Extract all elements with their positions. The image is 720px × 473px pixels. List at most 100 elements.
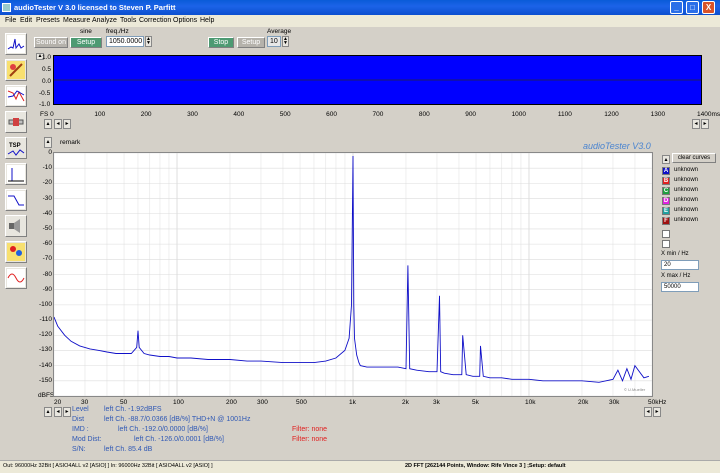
fft-spectrum-chart[interactable] [53, 152, 653, 397]
level-value: left Ch. -1.92dBFS [104, 406, 162, 413]
fft-x-tick: 300 [256, 399, 268, 406]
minimize-button[interactable]: _ [670, 1, 683, 14]
curve-checkbox-e[interactable]: E [662, 207, 670, 215]
scope-x-tick: 800 [418, 111, 430, 118]
frequency-label: freq./Hz [106, 28, 129, 35]
title-bar: audioTester V 3.0 licensed to Steven P. … [0, 0, 720, 15]
menu-help[interactable]: Help [200, 17, 214, 24]
sound-on-button[interactable]: Sound on [34, 37, 68, 48]
frequency-stepper[interactable]: ▲ ▼ [145, 36, 152, 47]
close-button[interactable]: X [702, 1, 715, 14]
fft-view-tool[interactable] [5, 33, 27, 55]
menu-measure[interactable]: Measure [63, 17, 90, 24]
scope-x-tick: 500 [279, 111, 291, 118]
fft-y-tick: -70 [42, 255, 52, 263]
oscilloscope-display[interactable] [53, 55, 702, 105]
clear-curves-button[interactable]: clear curves [672, 153, 716, 163]
color-tool[interactable] [5, 241, 27, 263]
frequency-input[interactable]: 1050.0000 [106, 36, 144, 47]
curve-checkbox-a[interactable]: A [662, 167, 670, 175]
scope-scroll-right[interactable]: ▸ [701, 119, 709, 129]
xmin-input[interactable]: 20 [661, 260, 699, 270]
average-label: Average [267, 28, 292, 35]
author-credit: © U.Mueller [624, 387, 646, 392]
average-input[interactable]: 10 [267, 36, 281, 47]
tsp-tool[interactable]: TSP [5, 137, 27, 159]
sn-label: S/N: [72, 446, 86, 453]
menu-correction[interactable]: Correction [139, 17, 171, 24]
fft-y-tick: -20 [42, 179, 52, 187]
pencil-icon [7, 61, 25, 79]
fft-x-tick: 200 [225, 399, 237, 406]
scope-y-tick: -1.0 [39, 101, 51, 108]
menu-analyze[interactable]: Analyze [92, 17, 117, 24]
speaker-tool[interactable] [5, 215, 27, 237]
fft-left-arrow[interactable]: ◂ [54, 407, 62, 417]
scope-y-tick: 1.0 [42, 54, 52, 61]
average-stepper[interactable]: ▲ ▼ [282, 36, 289, 47]
fft-x-tick: 20k [577, 399, 589, 406]
level-label: Level [72, 406, 89, 413]
remark-toggle[interactable]: ▴ [44, 137, 52, 148]
device-status: Out: 96000Hz 32Bit [ ASIO4ALL v2 [ASIO] … [3, 463, 213, 469]
fft-zoom-out[interactable]: ▴ [44, 407, 52, 417]
scope-right-arrow[interactable]: ▸ [63, 119, 71, 129]
curve-checkbox-b[interactable]: B [662, 177, 670, 185]
fft-x-tick: 500 [296, 399, 307, 406]
scope-zoom-in[interactable]: ▴ [44, 119, 52, 129]
filter-status-1: Filter: none [292, 426, 328, 433]
fft-x-tick: 30k [608, 399, 620, 406]
signal-setup-button[interactable]: Setup [70, 37, 102, 48]
xmin-label: X min / Hz [661, 251, 689, 257]
fft-y-axis: 0 -10 -20 -30 -40 -50 -60 -70 -80 -90 -100 -110 -120… [34, 148, 54, 408]
cable-tool[interactable] [5, 111, 27, 133]
scope-trace [54, 79, 701, 81]
curve-label: unknown [674, 197, 699, 203]
svg-text:TSP: TSP [9, 143, 21, 149]
menu-presets[interactable]: Presets [36, 17, 60, 24]
fft-y-tick: -130 [38, 346, 52, 354]
maximize-button[interactable]: □ [686, 1, 699, 14]
curve-checkbox-f[interactable]: F [662, 217, 670, 225]
fft-y-tick: -140 [38, 361, 52, 369]
window-title: audioTester V 3.0 licensed to Steven P. … [14, 3, 176, 12]
spectrum-icon [7, 35, 25, 53]
fft-y-tick: -10 [42, 164, 52, 172]
scope-x-tick: 1400ms [697, 111, 720, 118]
scope-scroll-left[interactable]: ◂ [692, 119, 700, 129]
impulse-tool[interactable] [5, 163, 27, 185]
dist-label: Dist [72, 416, 85, 423]
dist-value: left Ch. -88.7/0.0366 [dB/%] THD+N @ 100… [104, 416, 251, 423]
sine-wave-icon [7, 269, 25, 287]
filter-tool[interactable] [5, 189, 27, 211]
curve-label: unknown [674, 177, 699, 183]
scope-left-arrow[interactable]: ◂ [54, 119, 62, 129]
xmax-label: X max / Hz [661, 273, 691, 279]
fft-y-tick: -120 [38, 331, 52, 339]
legend-toggle[interactable]: ▴ [662, 155, 670, 164]
curve-checkbox-c[interactable]: C [662, 187, 670, 195]
scope-y-tick: 0.5 [42, 66, 52, 73]
waveform-tool[interactable] [5, 267, 27, 289]
palette-icon [7, 243, 25, 261]
curve-checkbox-d[interactable]: D [662, 197, 670, 205]
scope-x-tick: 1300 [650, 111, 666, 118]
xmax-input[interactable]: 50000 [661, 282, 699, 292]
fft-y-tick: -50 [42, 224, 52, 232]
stop-button[interactable]: Stop [208, 37, 234, 48]
menu-tools[interactable]: Tools [120, 17, 136, 24]
curve-checkbox-empty[interactable] [662, 240, 670, 248]
fft-x-tick: 2k [401, 399, 409, 406]
menu-options[interactable]: Options [173, 17, 197, 24]
menu-bar: File Edit Presets Measure Analyze Tools … [0, 15, 720, 27]
sn-value: left Ch. 85.4 dB [104, 446, 153, 453]
fft-right-arrow[interactable]: ▸ [63, 407, 71, 417]
scope-tool[interactable] [5, 59, 27, 81]
analyzer-setup-button[interactable]: Setup [237, 37, 265, 48]
menu-file[interactable]: File [5, 17, 16, 24]
measurement-readout: Level left Ch. -1.92dBFS Dist left Ch. -… [72, 406, 692, 458]
menu-edit[interactable]: Edit [20, 17, 32, 24]
curve-checkbox-empty[interactable] [662, 230, 670, 238]
fft-y-tick: -80 [42, 270, 52, 278]
frequency-response-tool[interactable] [5, 85, 27, 107]
